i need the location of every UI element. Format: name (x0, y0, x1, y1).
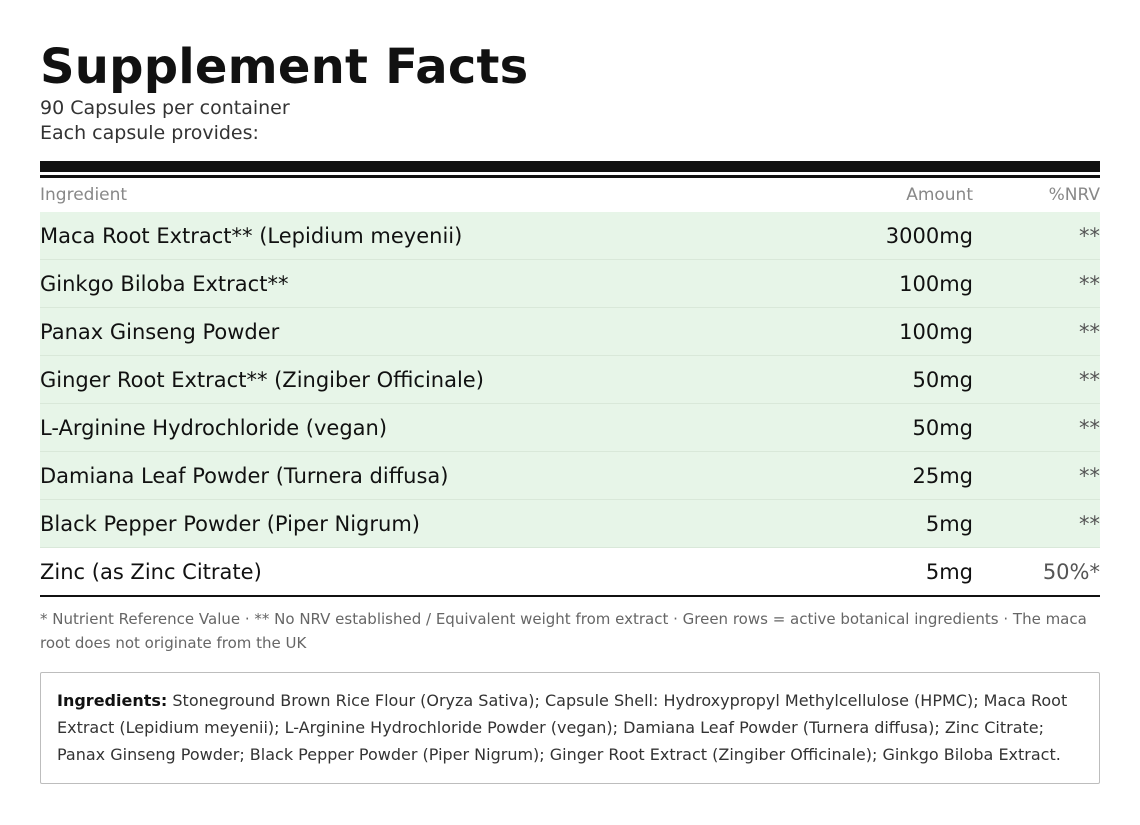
ingredient-amount: 100mg (899, 271, 973, 296)
ingredient-name: Ginger Root Extract** (Zingiber Officina… (40, 367, 484, 392)
ingredient-name: Black Pepper Powder (Piper Nigrum) (40, 511, 420, 536)
ingredients-text: Stoneground Brown Rice Flour (Oryza Sati… (57, 691, 1068, 764)
ingredient-name: Damiana Leaf Powder (Turnera diffusa) (40, 463, 449, 488)
supplement-facts-panel: Supplement Facts 90 Capsules per contain… (40, 38, 1100, 784)
page-title: Supplement Facts (40, 39, 529, 95)
bottom-divider (40, 595, 1100, 597)
table-row: Black Pepper Powder (Piper Nigrum) 5mg ** (40, 500, 1100, 548)
ingredients-box: Ingredients: Stoneground Brown Rice Flou… (40, 672, 1100, 784)
ingredient-nrv: ** (1079, 319, 1100, 344)
table-row: Damiana Leaf Powder (Turnera diffusa) 25m… (40, 452, 1100, 500)
column-header-ingredient: Ingredient (40, 185, 128, 205)
facts-table-body: Maca Root Extract** (Lepidium meyenii) 30… (40, 212, 1100, 595)
ingredient-amount: 50mg (912, 415, 973, 440)
ingredient-name: Zinc (as Zinc Citrate) (40, 559, 262, 584)
column-header-amount: Amount (906, 185, 973, 205)
footnote: * Nutrient Reference Value · ** No NRV e… (40, 610, 1087, 652)
table-row: Maca Root Extract** (Lepidium meyenii) 30… (40, 212, 1100, 260)
column-header-nrv: %NRV (1048, 185, 1100, 205)
ingredient-nrv: 50%* (1042, 559, 1100, 584)
ingredient-amount: 25mg (912, 463, 973, 488)
ingredient-nrv: ** (1079, 415, 1100, 440)
ingredient-nrv: ** (1079, 271, 1100, 296)
ingredient-amount: 3000mg (885, 223, 973, 248)
ingredient-amount: 50mg (912, 367, 973, 392)
servings-per-container: 90 Capsules per container (40, 97, 290, 119)
table-row: Ginger Root Extract** (Zingiber Officina… (40, 356, 1100, 404)
ingredient-name: Maca Root Extract** (Lepidium meyenii) (40, 223, 463, 248)
ingredient-nrv: ** (1079, 463, 1100, 488)
ingredient-name: Ginkgo Biloba Extract** (40, 271, 289, 296)
ingredients-label: Ingredients: (57, 691, 168, 710)
ingredient-amount: 100mg (899, 319, 973, 344)
table-row: Ginkgo Biloba Extract** 100mg ** (40, 260, 1100, 308)
ingredient-amount: 5mg (925, 511, 973, 536)
table-row: Panax Ginseng Powder 100mg ** (40, 308, 1100, 356)
table-row: L-Arginine Hydrochloride (vegan) 50mg ** (40, 404, 1100, 452)
table-header: Ingredient Amount %NRV (40, 178, 1100, 212)
ingredient-nrv: ** (1079, 223, 1100, 248)
table-row: Zinc (as Zinc Citrate) 5mg 50%* (40, 548, 1100, 595)
thick-divider (40, 161, 1100, 172)
ingredient-name: L-Arginine Hydrochloride (vegan) (40, 415, 388, 440)
ingredient-nrv: ** (1079, 367, 1100, 392)
ingredient-name: Panax Ginseng Powder (40, 319, 280, 344)
serving-note: Each capsule provides: (40, 122, 259, 144)
ingredient-nrv: ** (1079, 511, 1100, 536)
ingredient-amount: 5mg (925, 559, 973, 584)
